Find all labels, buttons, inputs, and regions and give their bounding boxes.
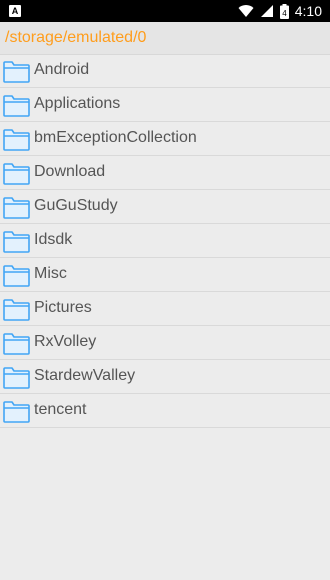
- folder-name: Pictures: [34, 299, 92, 316]
- folder-name: Applications: [34, 95, 121, 112]
- folder-icon: [3, 333, 30, 355]
- folder-item[interactable]: tencent: [0, 394, 330, 428]
- folder-item[interactable]: bmExceptionCollection: [0, 122, 330, 156]
- folder-icon: [3, 231, 30, 253]
- folder-icon: [3, 61, 30, 83]
- folder-name: GuGuStudy: [34, 197, 118, 214]
- folder-icon: [3, 299, 30, 321]
- folder-item[interactable]: Android: [0, 54, 330, 88]
- wifi-icon: [238, 5, 254, 18]
- battery-icon: 4: [279, 3, 289, 19]
- path-header: /storage/emulated/0: [0, 22, 330, 55]
- status-bar: A 4 4:10: [0, 0, 330, 22]
- folder-name: Download: [34, 163, 106, 180]
- folder-list: Android Applications bmExceptionCollection…: [0, 54, 330, 428]
- folder-icon: [3, 197, 30, 219]
- folder-item[interactable]: Pictures: [0, 292, 330, 326]
- folder-item[interactable]: GuGuStudy: [0, 190, 330, 224]
- folder-name: Idsdk: [34, 231, 73, 248]
- folder-item[interactable]: Idsdk: [0, 224, 330, 258]
- folder-icon: [3, 265, 30, 287]
- status-time: 4:10: [294, 3, 322, 19]
- folder-icon: [3, 163, 30, 185]
- folder-item[interactable]: Download: [0, 156, 330, 190]
- folder-name: tencent: [34, 401, 87, 418]
- folder-item[interactable]: RxVolley: [0, 326, 330, 360]
- notification-icon: A: [9, 5, 21, 17]
- battery-level-text: 4: [282, 9, 287, 18]
- folder-item[interactable]: Misc: [0, 258, 330, 292]
- status-icons: 4 4:10: [238, 3, 322, 19]
- folder-icon: [3, 401, 30, 423]
- folder-item[interactable]: Applications: [0, 88, 330, 122]
- folder-name: StardewValley: [34, 367, 136, 384]
- current-path: /storage/emulated/0: [5, 29, 147, 46]
- folder-name: Misc: [34, 265, 67, 282]
- folder-item[interactable]: StardewValley: [0, 360, 330, 394]
- folder-name: bmExceptionCollection: [34, 129, 197, 146]
- folder-icon: [3, 367, 30, 389]
- folder-name: RxVolley: [34, 333, 97, 350]
- folder-icon: [3, 95, 30, 117]
- cellular-signal-icon: [260, 5, 273, 17]
- folder-icon: [3, 129, 30, 151]
- folder-name: Android: [34, 61, 90, 78]
